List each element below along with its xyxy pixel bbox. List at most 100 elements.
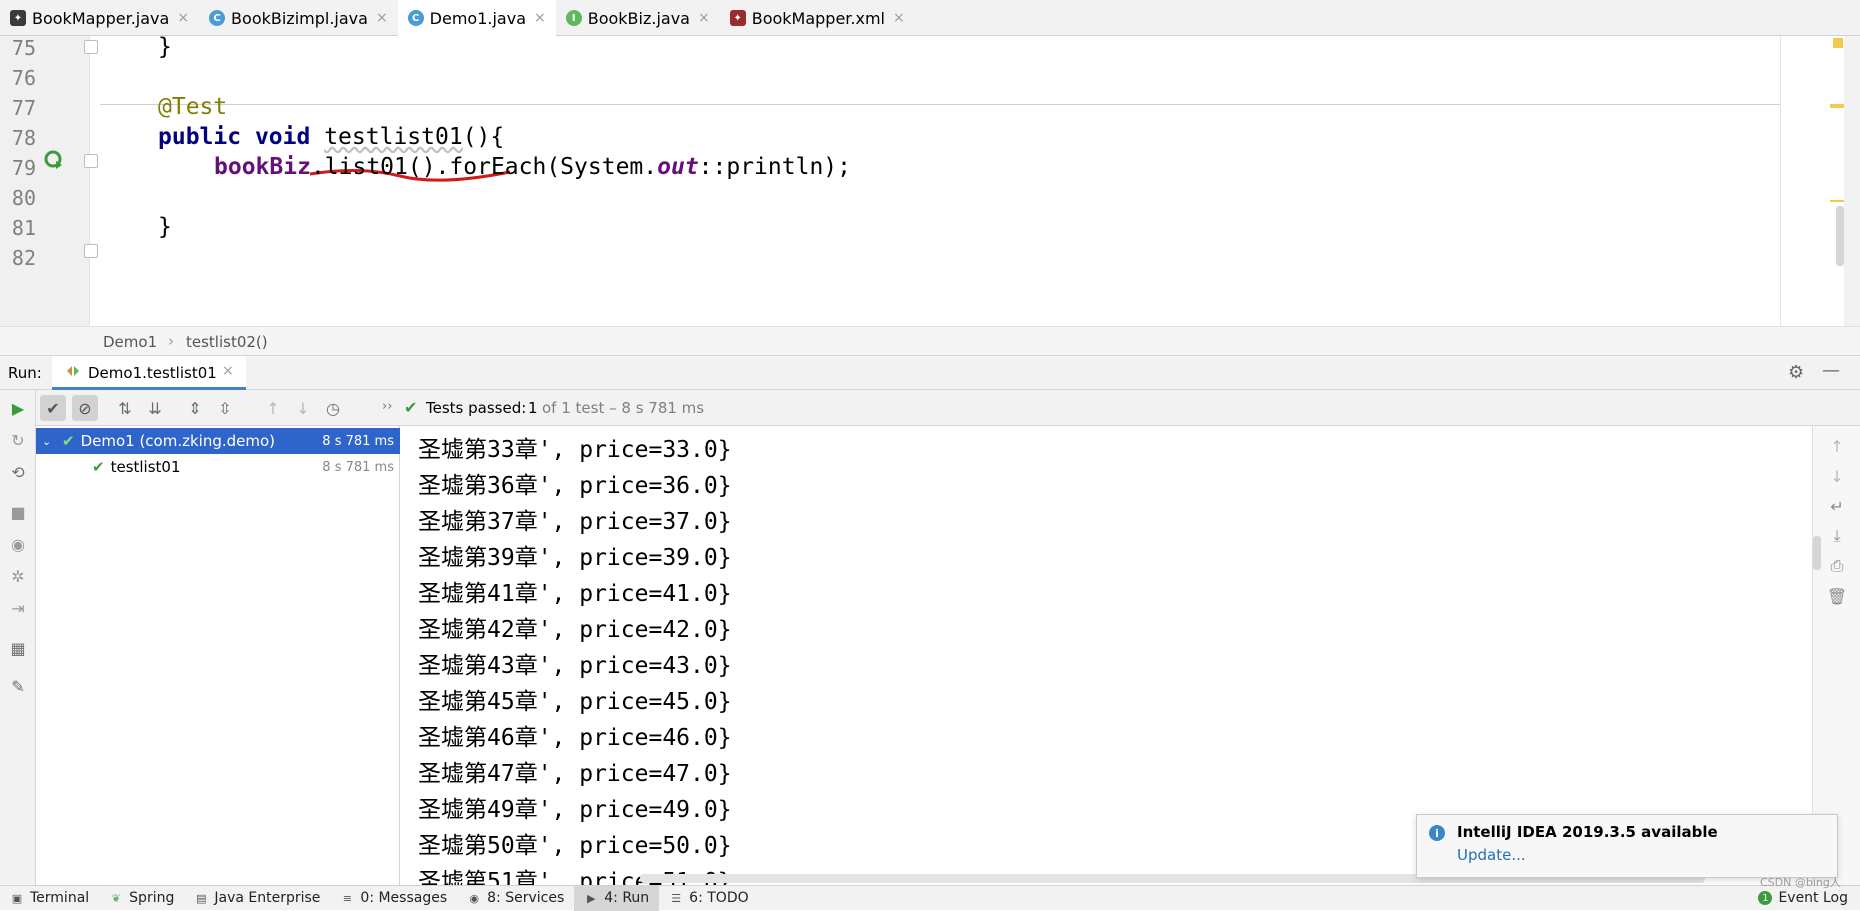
bird-icon: ✦: [729, 10, 746, 26]
rerun-icon[interactable]: ▶: [6, 396, 30, 420]
tests-status-label: Tests passed:: [426, 399, 527, 417]
tool-run[interactable]: ▶ 4: Run: [574, 885, 660, 911]
run-test-icon[interactable]: [44, 150, 64, 170]
tool-services[interactable]: ◉ 8: Services: [457, 886, 574, 911]
tab-label: Demo1.java: [429, 8, 526, 28]
soft-wrap-icon[interactable]: ↵: [1825, 494, 1849, 518]
messages-icon: ≡: [342, 891, 353, 905]
tab-bookbiz-java[interactable]: I BookBiz.java ×: [556, 0, 720, 36]
clear-all-icon[interactable]: 🗑: [1825, 584, 1849, 608]
tool-todo[interactable]: ☰ 6: TODO: [659, 886, 758, 911]
sort-by-duration-icon[interactable]: ⇊: [142, 395, 168, 421]
code-line-81: }: [158, 214, 172, 240]
toggle-auto-test-icon[interactable]: ⟲: [6, 460, 30, 484]
field-token: bookBiz: [214, 154, 311, 180]
collapse-all-icon[interactable]: ⇳: [212, 395, 238, 421]
tests-passed-count: 1: [528, 399, 538, 417]
info-icon: i: [1429, 825, 1445, 841]
breadcrumb-method[interactable]: testlist02(): [186, 333, 268, 351]
console-line: 圣墟第49章', price=49.0}: [418, 797, 732, 823]
close-icon[interactable]: ×: [376, 10, 388, 26]
export-icon[interactable]: ⇥: [6, 596, 30, 620]
tab-bookmapper-java[interactable]: ✦ BookMapper.java ×: [0, 0, 199, 36]
scroll-to-end-icon[interactable]: ⤓: [1825, 524, 1849, 548]
error-stripe[interactable]: [1830, 36, 1860, 326]
tool-window-bar: ▣ Terminal ❦ Spring ▤ Java Enterprise ≡ 0: M…: [0, 876, 1860, 911]
previous-failed-icon[interactable]: ↑: [260, 395, 286, 421]
console-scrollbar-thumb[interactable]: [1813, 536, 1821, 570]
tab-bookmapper-xml[interactable]: ✦ BookMapper.xml ×: [720, 0, 915, 36]
editor-gutter: 75 76 77 78 79 80 81 82: [0, 36, 98, 326]
fold-marker-icon[interactable]: [84, 154, 98, 168]
run-tab-label: Demo1.testlist01: [88, 364, 217, 382]
layout-icon[interactable]: ▦: [6, 636, 30, 660]
breadcrumb-class[interactable]: Demo1: [103, 333, 157, 351]
next-failed-icon[interactable]: ↓: [290, 395, 316, 421]
editor-tab-bar: ✦ BookMapper.java × C BookBizimpl.java ×…: [0, 0, 1860, 39]
show-ignored-icon[interactable]: ⊘: [72, 395, 98, 421]
stop-icon[interactable]: ■: [6, 500, 30, 524]
scroll-down-icon[interactable]: ↓: [1825, 464, 1849, 488]
rerun-failed-icon[interactable]: ↻: [6, 428, 30, 452]
check-icon: ✔: [92, 458, 105, 476]
minimize-icon[interactable]: —: [1822, 360, 1840, 381]
tool-spring[interactable]: ❦ Spring: [99, 886, 184, 911]
code-editor[interactable]: 75 76 77 78 79 80 81 82 } @Test public v…: [0, 34, 1860, 326]
warning-marker[interactable]: [1833, 38, 1843, 48]
code-line-78: public void testlist01(){: [158, 124, 505, 150]
expand-all-icon[interactable]: ⇕: [182, 395, 208, 421]
tool-messages[interactable]: ≡ 0: Messages: [330, 886, 457, 911]
close-icon[interactable]: ×: [222, 363, 234, 379]
run-side-toolbar: ▶ ↻ ⟲ ■ ◉ ✲ ⇥ ▦ ✎: [0, 390, 36, 885]
test-results-tree[interactable]: ⌄ ✔ Demo1 (com.zking.demo) 8 s 781 ms ✔ …: [36, 426, 400, 885]
tab-label: BookMapper.java: [32, 8, 170, 28]
close-icon[interactable]: ×: [893, 10, 905, 26]
gear-icon[interactable]: ⚙: [1788, 362, 1804, 383]
line-number: 80: [11, 186, 36, 210]
breadcrumb-separator: ›: [168, 332, 174, 350]
test-history-icon[interactable]: ◷: [320, 395, 346, 421]
line-number: 82: [11, 246, 36, 270]
tab-bookbizimpl-java[interactable]: C BookBizimpl.java ×: [199, 0, 398, 36]
run-tool-window-header: Run: Demo1.testlist01 × ⚙ —: [0, 356, 1860, 390]
right-margin-guide: [1780, 36, 1781, 326]
tab-demo1-java[interactable]: C Demo1.java ×: [397, 0, 556, 39]
close-icon[interactable]: ×: [698, 10, 710, 26]
tree-node-testlist01[interactable]: ✔ testlist01 8 s 781 ms: [36, 454, 400, 480]
tree-node-label: testlist01: [110, 458, 181, 476]
chevron-down-icon[interactable]: ⌄: [42, 435, 56, 448]
tests-status-detail: of 1 test – 8 s 781 ms: [542, 399, 705, 417]
fold-marker-icon[interactable]: [84, 40, 98, 54]
console-line: 圣墟第41章', price=41.0}: [418, 581, 732, 607]
update-notification[interactable]: i IntelliJ IDEA 2019.3.5 available Updat…: [1416, 814, 1838, 878]
test-duration: 8 s 781 ms: [322, 459, 394, 475]
console-line: 圣墟第50章', price=50.0}: [418, 833, 732, 859]
tool-label: Spring: [129, 890, 175, 906]
close-icon[interactable]: ×: [534, 10, 546, 26]
line-number: 81: [11, 216, 36, 240]
line-number: 75: [11, 36, 36, 60]
tool-label: 8: Services: [487, 890, 565, 906]
close-icon[interactable]: ×: [177, 10, 189, 26]
warning-marker[interactable]: [1830, 200, 1844, 202]
line-number: 77: [11, 96, 36, 120]
watermark: CSDN @bing人: [1760, 876, 1841, 889]
tool-terminal[interactable]: ▣ Terminal: [0, 886, 99, 911]
scroll-up-icon[interactable]: ↑: [1825, 434, 1849, 458]
fold-marker-icon[interactable]: [84, 244, 98, 258]
run-tab-demo1-testlist01[interactable]: Demo1.testlist01 ×: [52, 356, 246, 390]
sort-alphabetically-icon[interactable]: ⇅: [112, 395, 138, 421]
editor-scrollbar-thumb[interactable]: [1836, 206, 1844, 266]
show-passed-icon[interactable]: ✔: [40, 395, 66, 421]
warning-marker[interactable]: [1830, 104, 1844, 108]
settings-icon[interactable]: ✲: [6, 564, 30, 588]
tool-java-enterprise[interactable]: ▤ Java Enterprise: [184, 886, 330, 911]
pin-icon[interactable]: ✎: [6, 674, 30, 698]
console-line: 圣墟第47章', price=47.0}: [418, 761, 732, 787]
update-link[interactable]: Update...: [1457, 846, 1526, 864]
tree-node-demo1[interactable]: ⌄ ✔ Demo1 (com.zking.demo) 8 s 781 ms: [36, 428, 400, 454]
interface-icon: I: [565, 10, 582, 26]
expand-toolbar-icon[interactable]: ››: [382, 399, 392, 414]
camera-icon[interactable]: ◉: [6, 532, 30, 556]
print-icon[interactable]: ⎙: [1825, 554, 1849, 578]
